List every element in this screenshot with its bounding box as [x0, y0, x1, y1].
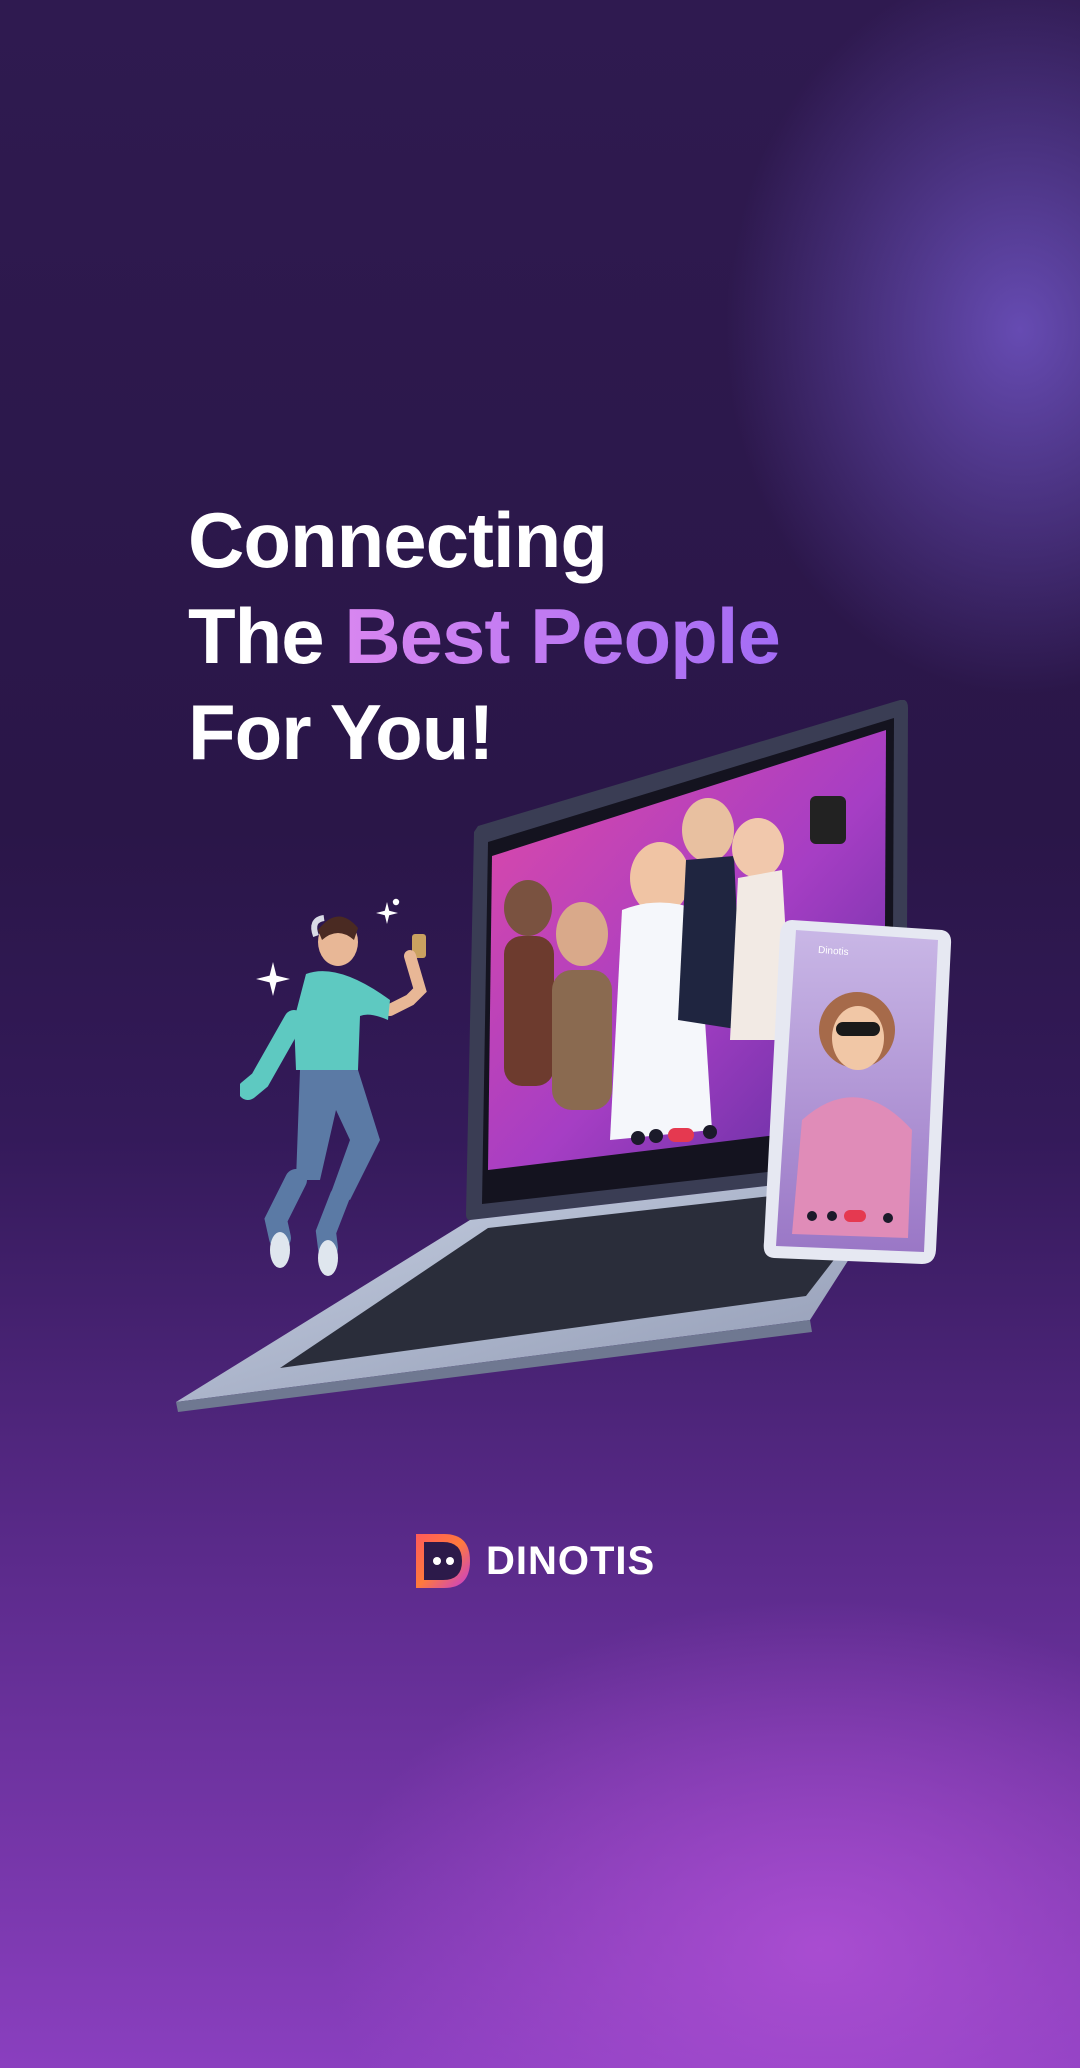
- headline-prefix: The: [188, 592, 345, 680]
- phone-illustration: [763, 920, 952, 1264]
- jumping-person-illustration: [240, 915, 427, 1276]
- brand-name: DINOTIS: [486, 1538, 656, 1583]
- headline-line-2: The Best People: [188, 588, 781, 684]
- phone-app-label: Dinotis: [817, 944, 849, 959]
- brand-logo: DINOTIS: [412, 1530, 655, 1592]
- dinotis-logo-icon: [416, 1534, 470, 1588]
- headline-line-1: Connecting: [188, 496, 608, 584]
- headline-highlight: Best People: [344, 592, 780, 680]
